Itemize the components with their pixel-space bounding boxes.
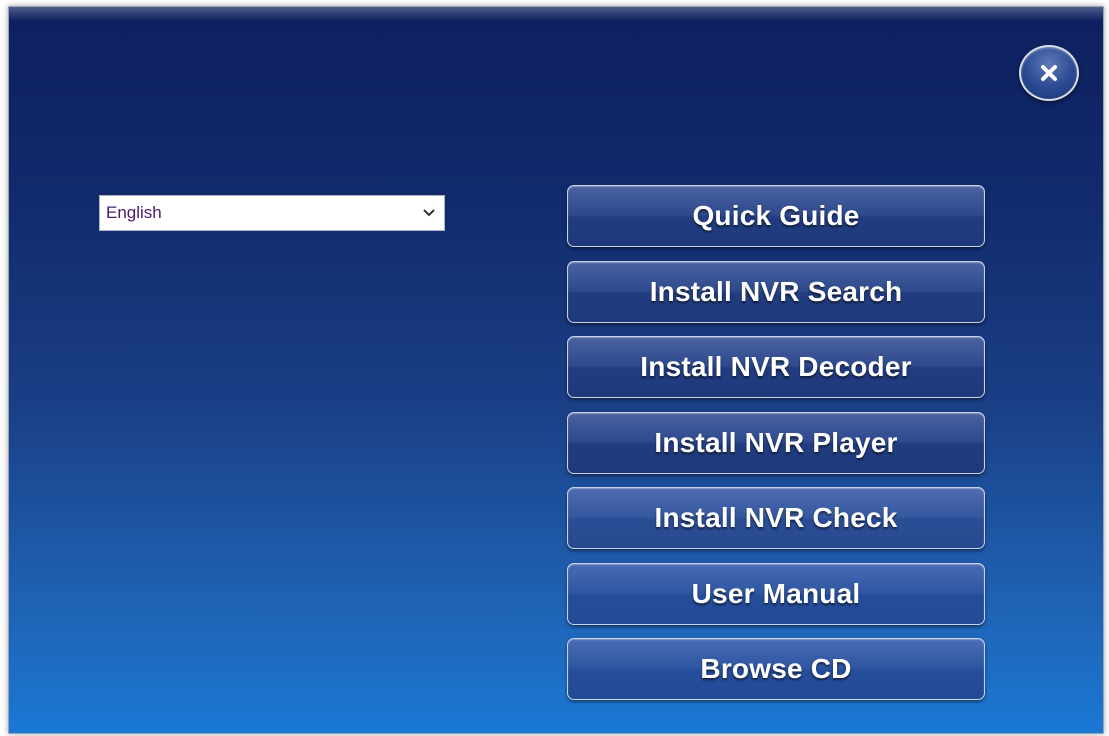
close-icon	[1039, 63, 1059, 83]
user-manual-button[interactable]: User Manual	[567, 562, 985, 625]
menu-button-list: Quick Guide Install NVR Search Install N…	[567, 185, 987, 714]
autorun-window: English Quick Guide Install NVR Search I…	[8, 6, 1104, 734]
install-nvr-decoder-button-label: Install NVR Decoder	[640, 351, 912, 382]
install-nvr-player-button-label: Install NVR Player	[654, 426, 898, 458]
browse-cd-button[interactable]: Browse CD	[567, 638, 985, 700]
install-nvr-decoder-button[interactable]: Install NVR Decoder	[567, 336, 985, 398]
install-nvr-check-button[interactable]: Install NVR Check	[567, 487, 985, 549]
close-button[interactable]	[1019, 45, 1079, 101]
language-select[interactable]: English	[99, 195, 445, 231]
install-nvr-search-button-label: Install NVR Search	[649, 275, 903, 307]
install-nvr-search-button[interactable]: Install NVR Search	[567, 260, 985, 323]
browse-cd-button-label: Browse CD	[700, 653, 852, 684]
chevron-down-icon	[420, 204, 438, 222]
language-select-value: English	[106, 203, 162, 222]
install-nvr-check-button-label: Install NVR Check	[654, 502, 898, 533]
user-manual-button-label: User Manual	[691, 577, 861, 609]
quick-guide-button-label: Quick Guide	[692, 200, 860, 231]
quick-guide-button[interactable]: Quick Guide	[567, 185, 985, 247]
install-nvr-player-button[interactable]: Install NVR Player	[567, 411, 985, 474]
